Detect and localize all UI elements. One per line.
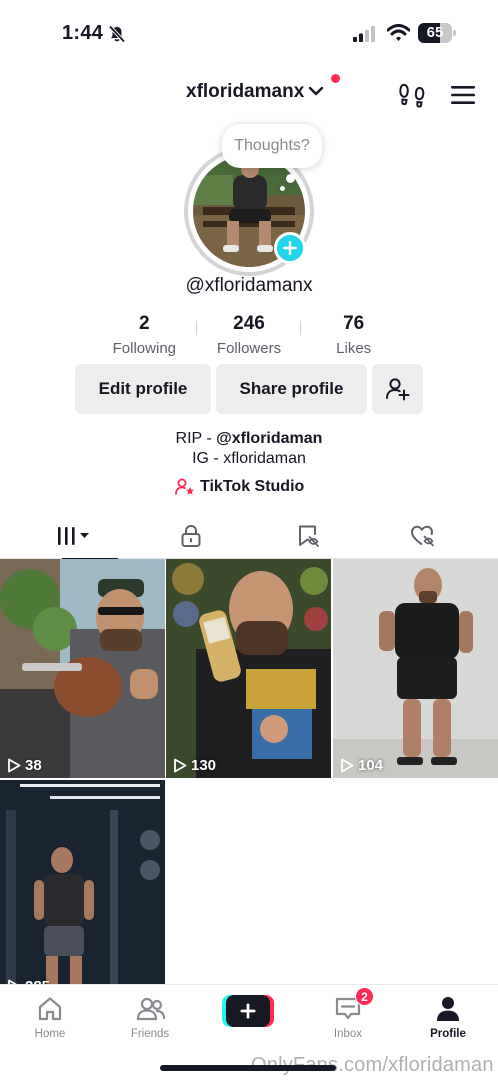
bell-off-icon <box>108 25 126 48</box>
nav-friends[interactable]: Friends <box>100 991 200 1043</box>
video-thumbnail[interactable]: 104 <box>333 559 498 778</box>
bio-mention-link[interactable]: @xfloridaman <box>216 430 322 447</box>
play-icon <box>8 758 21 773</box>
home-icon <box>38 997 62 1021</box>
bookmark-hidden-icon <box>299 525 319 547</box>
lock-icon <box>181 524 201 547</box>
view-count-value: 130 <box>191 757 217 774</box>
nav-inbox-label: Inbox <box>333 1028 363 1040</box>
share-profile-button[interactable]: Share profile <box>216 364 367 414</box>
inbox-badge: 2 <box>355 987 374 1006</box>
video-thumbnail-image <box>0 780 165 999</box>
thoughts-bubble[interactable]: Thoughts? <box>222 124 322 168</box>
tab-favorites[interactable] <box>246 513 370 559</box>
profile-bio: RIP - @xfloridaman IG - xfloridaman <box>0 429 498 469</box>
studio-label: TikTok Studio <box>200 478 305 495</box>
add-friend-icon <box>385 378 409 401</box>
heart-hidden-icon <box>411 525 434 547</box>
following-label: Following <box>112 340 177 357</box>
notification-dot <box>331 74 340 83</box>
nav-home[interactable]: Home <box>0 991 100 1043</box>
profile-header: xfloridamanx <box>0 70 498 120</box>
stat-following[interactable]: 2 Following <box>92 313 197 359</box>
friends-icon <box>136 997 166 1021</box>
nav-profile-label: Profile <box>430 1028 466 1040</box>
bio-prefix: RIP - <box>175 430 217 447</box>
edit-profile-button[interactable]: Edit profile <box>75 364 211 414</box>
video-thumbnail-image <box>0 559 165 778</box>
create-video-button[interactable] <box>222 995 274 1027</box>
content-tabs <box>0 513 498 560</box>
tab-liked[interactable] <box>361 513 485 559</box>
profile-stats: 2 Following 246 Followers 76 Likes <box>92 313 406 359</box>
grid-bars-icon <box>58 527 89 545</box>
view-count-value: 38 <box>25 757 42 774</box>
plus-icon <box>283 241 297 255</box>
home-indicator <box>160 1065 336 1071</box>
profile-handle: @xfloridamanx <box>185 275 313 296</box>
view-count: 130 <box>173 757 216 774</box>
tiktok-studio-link[interactable]: TikTok Studio <box>175 478 304 496</box>
wifi-icon <box>386 24 411 47</box>
create-plus-icon <box>222 995 274 1027</box>
nav-profile[interactable]: Profile <box>398 991 498 1043</box>
likes-label: Likes <box>336 340 372 357</box>
hamburger-menu-icon[interactable] <box>450 84 476 106</box>
footprint-icon[interactable] <box>398 82 426 108</box>
bio-line-1: RIP - @xfloridaman <box>0 429 498 449</box>
stat-likes[interactable]: 76 Likes <box>301 313 406 359</box>
video-thumbnail-image <box>333 559 498 778</box>
nav-home-label: Home <box>34 1028 66 1040</box>
profile-icon <box>437 997 459 1021</box>
add-story-button[interactable] <box>274 232 306 264</box>
cellular-signal-icon <box>353 26 377 47</box>
followers-label: Followers <box>216 340 282 357</box>
likes-count: 76 <box>343 313 365 334</box>
video-thumbnail[interactable]: 38 <box>0 559 165 778</box>
tab-videos[interactable] <box>14 513 138 560</box>
view-count: 104 <box>340 757 383 774</box>
account-switcher[interactable]: xfloridamanx <box>186 81 324 103</box>
status-time: 1:44 <box>62 22 104 44</box>
nav-friends-label: Friends <box>130 1028 170 1040</box>
bio-line-2: IG - xfloridaman <box>192 450 306 467</box>
video-thumbnail-image <box>166 559 331 778</box>
video-thumbnail[interactable]: 130 <box>166 559 331 778</box>
header-username: xfloridamanx <box>186 81 305 102</box>
nav-inbox[interactable]: Inbox <box>298 991 398 1043</box>
chevron-down-icon <box>308 84 324 102</box>
play-icon <box>174 758 187 773</box>
stat-followers[interactable]: 246 Followers <box>197 313 302 359</box>
followers-count: 246 <box>233 313 265 334</box>
view-count-value: 104 <box>358 757 384 774</box>
profile-actions: Edit profile Share profile <box>75 364 423 414</box>
video-thumbnail[interactable]: 285 <box>0 780 165 999</box>
studio-person-star-icon <box>175 478 194 495</box>
play-icon <box>341 758 354 773</box>
battery-level: 65 <box>426 24 444 41</box>
following-count: 2 <box>139 313 150 334</box>
status-bar: 1:44 65 <box>0 0 498 64</box>
battery-indicator: 65 <box>418 23 456 43</box>
tab-private[interactable] <box>129 513 253 559</box>
add-friend-button[interactable] <box>372 364 423 414</box>
view-count: 38 <box>7 757 42 774</box>
